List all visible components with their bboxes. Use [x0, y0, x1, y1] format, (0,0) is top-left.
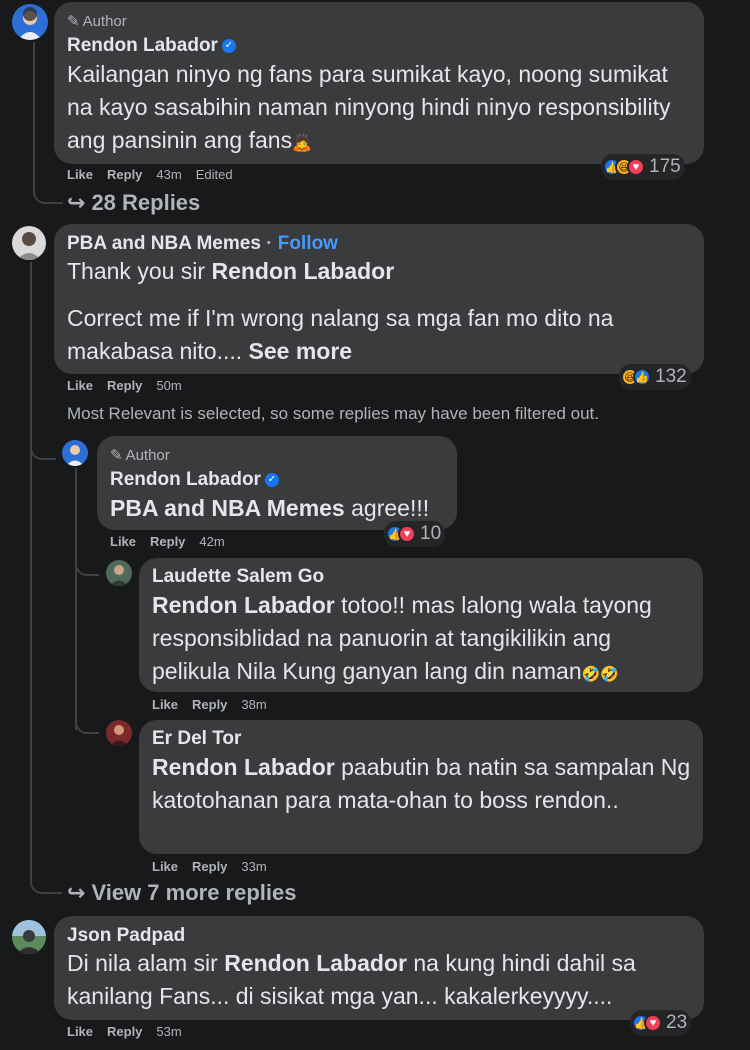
thread-line [30, 262, 32, 882]
verified-icon: ✓ [221, 38, 236, 53]
commenter-name[interactable]: Json Padpad [67, 925, 185, 947]
comment-text: Kailangan ninyo ng fans para sumikat kay… [67, 61, 671, 153]
see-more-link[interactable]: See more [249, 338, 353, 364]
thread-connector [75, 718, 99, 734]
author-badge: ✎ Author [67, 12, 127, 31]
filter-note: Most Relevant is selected, so some repli… [67, 404, 599, 423]
thread-line [33, 42, 35, 194]
comment-meta: Like Reply 43m Edited [67, 167, 233, 182]
thread-connector [33, 180, 63, 204]
comment-text: Rendon Labador paabutin ba natin sa samp… [152, 754, 691, 813]
comment-meta: Like Reply 42m [110, 534, 225, 549]
avatar[interactable] [12, 226, 46, 260]
avatar[interactable] [12, 920, 46, 954]
comment-text: Thank you sir Rendon Labador [67, 258, 395, 284]
comment-meta: Like Reply 38m [152, 697, 267, 712]
avatar[interactable] [106, 560, 132, 586]
commenter-name[interactable]: PBA and NBA Memes · Follow [67, 233, 338, 255]
like-reaction-icon: 👍 [633, 368, 651, 386]
thread-line [75, 468, 77, 730]
comment-text: Correct me if I'm wrong nalang sa mga fa… [67, 305, 614, 364]
mention-link[interactable]: PBA and NBA Memes [110, 495, 345, 521]
commenter-name[interactable]: Laudette Salem Go [152, 566, 324, 588]
like-button[interactable]: Like [67, 167, 93, 182]
love-reaction-icon: ♥ [627, 158, 645, 176]
reply-button[interactable]: Reply [192, 697, 227, 712]
reaction-summary[interactable]: 😆 👍 132 [619, 364, 691, 390]
thread-connector [30, 870, 62, 894]
like-button[interactable]: Like [67, 1024, 93, 1039]
comment-text: Rendon Labador totoo!! mas lalong wala t… [152, 592, 652, 684]
timestamp[interactable]: 43m [156, 167, 181, 182]
avatar[interactable] [106, 720, 132, 746]
verified-icon: ✓ [264, 472, 279, 487]
mention-link[interactable]: Rendon Labador [211, 258, 394, 284]
thread-connector [75, 560, 99, 576]
avatar[interactable] [12, 4, 48, 40]
like-button[interactable]: Like [152, 697, 178, 712]
avatar[interactable] [62, 440, 88, 466]
commenter-name[interactable]: Er Del Tor [152, 728, 241, 750]
reply-arrow-icon: ↪ [67, 880, 86, 905]
timestamp[interactable]: 50m [156, 378, 181, 393]
pencil-icon: ✎ [67, 13, 80, 30]
reply-arrow-icon: ↪ [67, 190, 86, 215]
comment-meta: Like Reply 33m [152, 859, 267, 874]
love-reaction-icon: ♥ [644, 1014, 662, 1032]
reply-button[interactable]: Reply [150, 534, 185, 549]
reply-button[interactable]: Reply [192, 859, 227, 874]
reply-button[interactable]: Reply [107, 378, 142, 393]
like-button[interactable]: Like [110, 534, 136, 549]
timestamp[interactable]: 42m [199, 534, 224, 549]
pencil-icon: ✎ [110, 447, 123, 464]
comment-meta: Like Reply 53m [67, 1024, 182, 1039]
reaction-summary[interactable]: 👍 😆 ♥ 175 [601, 154, 685, 180]
mention-link[interactable]: Rendon Labador [152, 754, 335, 780]
like-button[interactable]: Like [67, 378, 93, 393]
reply-button[interactable]: Reply [107, 1024, 142, 1039]
follow-button[interactable]: Follow [278, 233, 338, 254]
reply-button[interactable]: Reply [107, 167, 142, 182]
commenter-name[interactable]: Rendon Labador ✓ [110, 469, 279, 491]
timestamp[interactable]: 53m [156, 1024, 181, 1039]
timestamp[interactable]: 33m [241, 859, 266, 874]
edited-label: Edited [195, 167, 233, 182]
thread-connector [30, 440, 56, 460]
reaction-summary[interactable]: 👍 ♥ 23 [630, 1010, 692, 1036]
comment-text: Di nila alam sir Rendon Labador na kung … [67, 950, 636, 1009]
mention-link[interactable]: Rendon Labador [224, 950, 407, 976]
like-button[interactable]: Like [152, 859, 178, 874]
mention-link[interactable]: Rendon Labador [152, 592, 335, 618]
commenter-name[interactable]: Rendon Labador ✓ [67, 35, 236, 57]
author-badge: ✎ Author [110, 446, 170, 465]
love-reaction-icon: ♥ [398, 525, 416, 543]
view-replies-link[interactable]: ↪ 28 Replies [67, 190, 200, 216]
comment-meta: Like Reply 50m [67, 378, 182, 393]
timestamp[interactable]: 38m [241, 697, 266, 712]
reaction-summary[interactable]: 👍 ♥ 10 [384, 521, 446, 547]
view-more-replies-link[interactable]: ↪ View 7 more replies [67, 880, 296, 906]
